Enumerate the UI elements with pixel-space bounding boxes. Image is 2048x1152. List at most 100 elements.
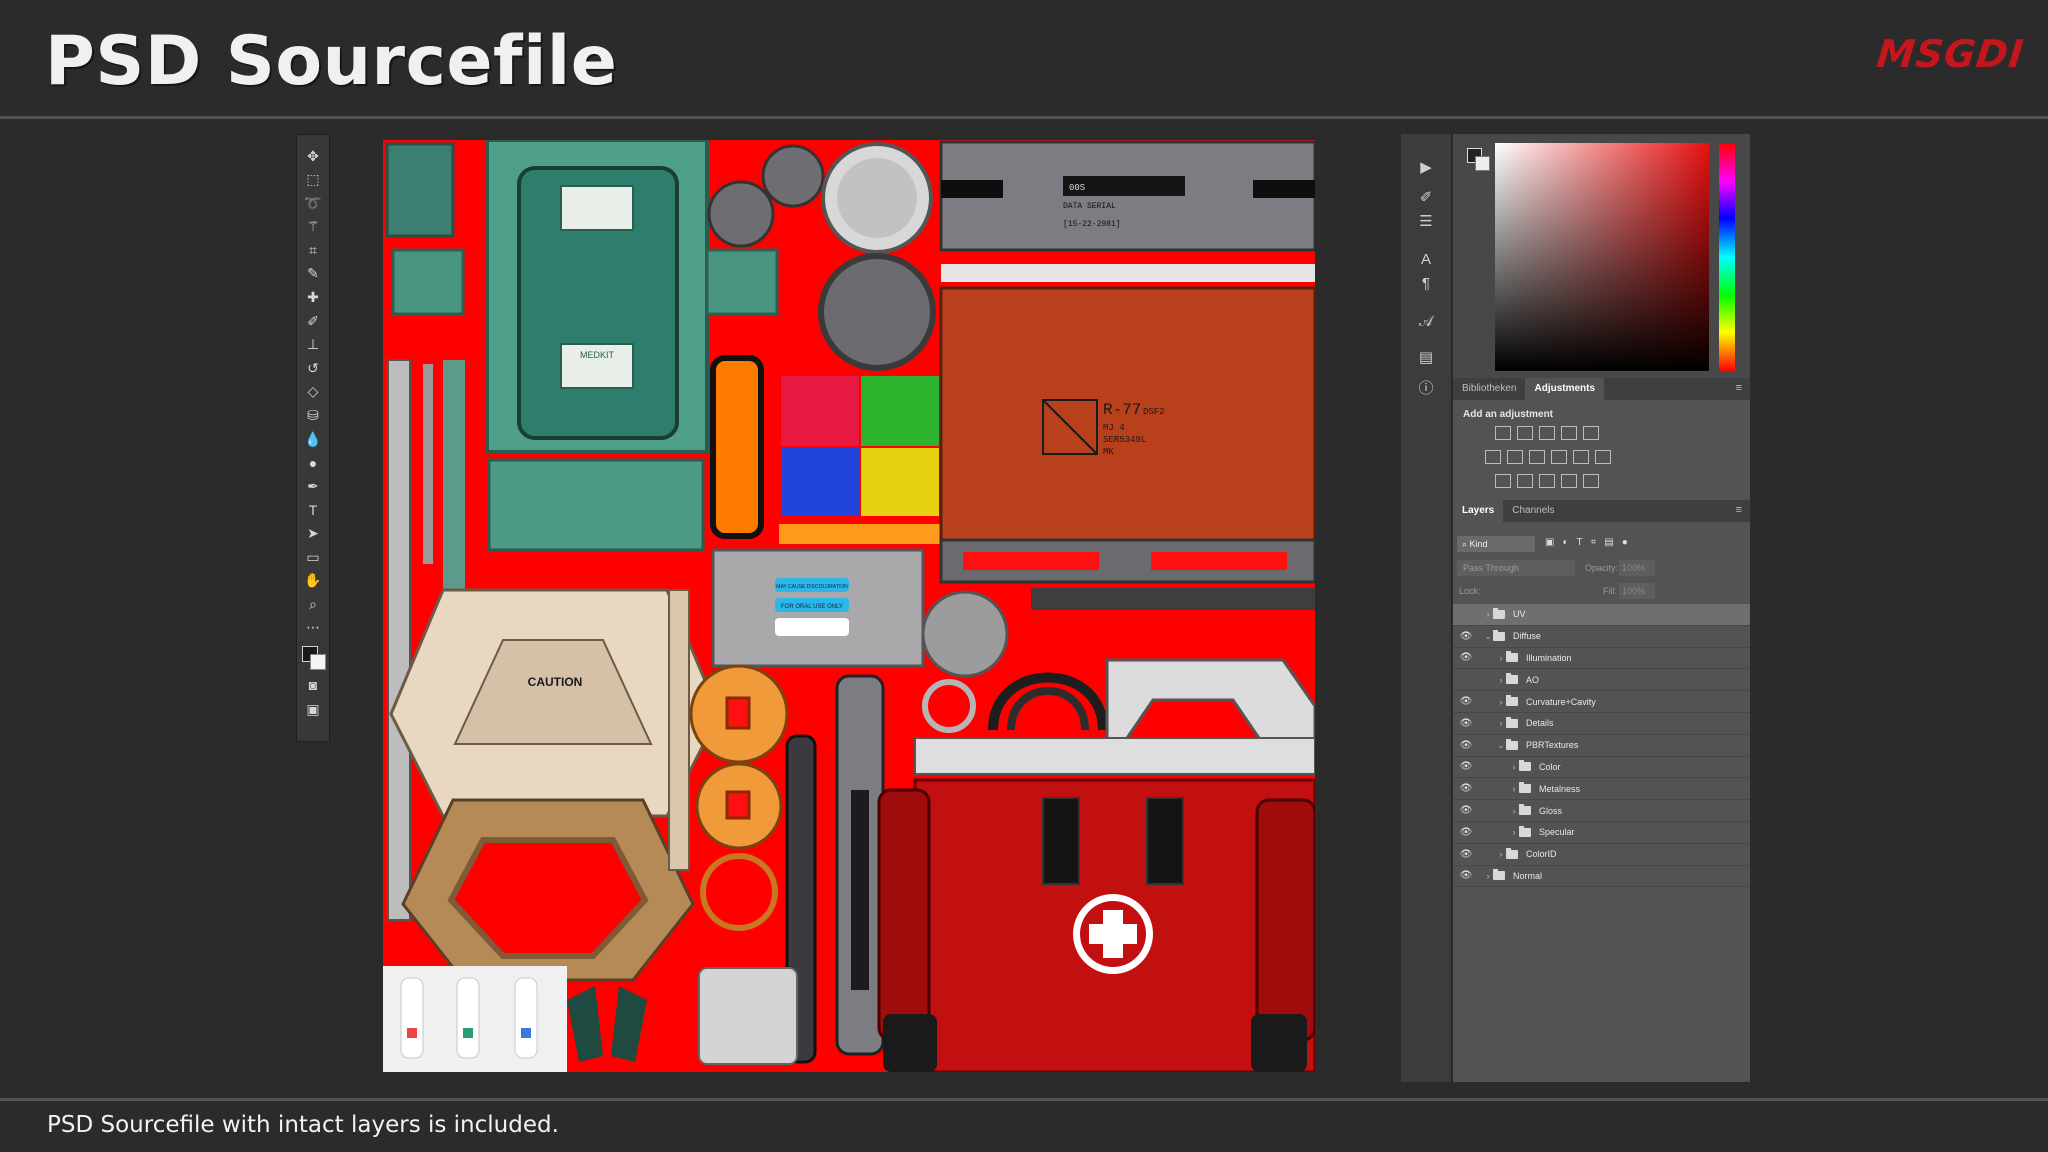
glyphs-icon[interactable]: 𝒜 <box>1415 310 1437 332</box>
healing-brush-icon[interactable]: ✚ <box>302 287 324 309</box>
invert-icon[interactable] <box>1495 474 1511 488</box>
picker-swatches[interactable] <box>1467 148 1490 171</box>
threshold-icon[interactable] <box>1539 474 1555 488</box>
layers-menu-icon[interactable]: ≡ <box>1736 504 1742 516</box>
layer-row[interactable]: 👁 › Curvature+Cavity <box>1453 691 1750 713</box>
brush-settings-icon[interactable]: ✐ <box>1415 186 1437 208</box>
character-icon[interactable]: A <box>1415 248 1437 270</box>
chevron-right-icon[interactable]: › <box>1496 718 1506 728</box>
history-brush-icon[interactable]: ↺ <box>302 357 324 379</box>
eyedropper-icon[interactable]: ✎ <box>302 263 324 285</box>
paragraph-icon[interactable]: ¶ <box>1415 272 1437 294</box>
layer-row[interactable]: 👁 › Metalness <box>1453 778 1750 801</box>
vibrance-icon[interactable] <box>1583 426 1599 440</box>
kind-filter[interactable]: ⌕ Kind <box>1457 536 1535 552</box>
chevron-right-icon[interactable]: › <box>1509 806 1519 816</box>
move-icon[interactable]: ✥ <box>302 145 324 167</box>
magic-wand-icon[interactable]: ⚚ <box>302 216 324 238</box>
hue-saturation-icon[interactable] <box>1485 450 1501 464</box>
visibility-eye-icon[interactable]: 👁 <box>1457 870 1475 881</box>
chevron-right-icon[interactable]: › <box>1483 871 1493 881</box>
blend-mode-select[interactable]: Pass Through <box>1457 560 1575 576</box>
color-balance-icon[interactable] <box>1507 450 1523 464</box>
visibility-eye-icon[interactable]: 👁 <box>1457 740 1475 751</box>
pen-icon[interactable]: ✒ <box>302 475 324 497</box>
visibility-eye-icon[interactable]: 👁 <box>1457 805 1475 816</box>
visibility-eye-icon[interactable]: 👁 <box>1457 783 1475 794</box>
chevron-right-icon[interactable]: › <box>1509 784 1519 794</box>
layer-row[interactable]: 👁 › Color <box>1453 757 1750 779</box>
layer-row[interactable]: 👁 › ColorID <box>1453 844 1750 866</box>
exposure-icon[interactable] <box>1561 426 1577 440</box>
channel-mixer-icon[interactable] <box>1573 450 1589 464</box>
brush-icon[interactable]: ✐ <box>302 310 324 332</box>
black-white-icon[interactable] <box>1529 450 1545 464</box>
layer-row[interactable]: 👁 ⌄ PBRTextures <box>1453 735 1750 757</box>
hand-icon[interactable]: ✋ <box>302 570 324 592</box>
visibility-eye-icon[interactable]: 👁 <box>1457 827 1475 838</box>
chevron-down-icon[interactable]: ⌄ <box>1483 631 1493 642</box>
blur-icon[interactable]: 💧 <box>302 428 324 450</box>
color-swatches[interactable] <box>300 644 326 674</box>
smart-object-filter-icon[interactable]: ▤ <box>1604 537 1613 548</box>
color-lookup-icon[interactable] <box>1595 450 1611 464</box>
visibility-eye-icon[interactable]: 👁 <box>1457 718 1475 729</box>
visibility-eye-icon[interactable]: 👁 <box>1457 696 1475 707</box>
libraries-icon[interactable]: ▤ <box>1415 346 1437 368</box>
pixel-filter-icon[interactable]: ▣ <box>1545 537 1554 548</box>
paint-bucket-icon[interactable]: ⛁ <box>302 405 324 427</box>
curves-icon[interactable] <box>1539 426 1555 440</box>
visibility-eye-icon[interactable]: 👁 <box>1457 849 1475 860</box>
screen-mode-icon[interactable]: ▣ <box>302 698 324 720</box>
tab-channels[interactable]: Channels <box>1503 500 1563 522</box>
filter-toggle-icon[interactable]: ● <box>1622 537 1628 548</box>
info-icon[interactable]: ⓘ <box>1415 376 1437 398</box>
tab-layers[interactable]: Layers <box>1453 500 1504 522</box>
gradient-map-icon[interactable] <box>1583 474 1599 488</box>
layer-row[interactable]: 👁 › Illumination <box>1453 648 1750 670</box>
panel-menu-icon[interactable]: ≡ <box>1736 382 1742 394</box>
visibility-eye-icon[interactable]: 👁 <box>1457 631 1475 642</box>
type-icon[interactable]: T <box>302 499 324 521</box>
background-color-swatch[interactable] <box>310 654 326 671</box>
brightness-icon[interactable] <box>1495 426 1511 440</box>
picker-background-swatch[interactable] <box>1475 156 1490 171</box>
chevron-right-icon[interactable]: › <box>1496 849 1506 859</box>
crop-icon[interactable]: ⌗ <box>302 239 324 261</box>
more-tools-icon[interactable]: ⋯ <box>302 617 324 639</box>
shape-icon[interactable]: ▭ <box>302 546 324 568</box>
layer-row[interactable]: › UV <box>1453 604 1750 626</box>
tab-bibliotheken[interactable]: Bibliotheken <box>1453 378 1525 400</box>
lasso-icon[interactable]: ➰ <box>302 192 324 214</box>
chevron-right-icon[interactable]: › <box>1483 609 1493 619</box>
selective-color-icon[interactable] <box>1561 474 1577 488</box>
eraser-icon[interactable]: ◇ <box>302 381 324 403</box>
visibility-eye-icon[interactable]: 👁 <box>1457 652 1475 663</box>
clone-stamp-icon[interactable]: ⊥ <box>302 334 324 356</box>
opacity-input[interactable]: 100% <box>1619 560 1655 576</box>
chevron-right-icon[interactable]: › <box>1509 762 1519 772</box>
chevron-right-icon[interactable]: › <box>1509 827 1519 837</box>
quick-mask-icon[interactable]: ◙ <box>302 674 324 696</box>
photo-filter-icon[interactable] <box>1551 450 1567 464</box>
type-filter-icon[interactable]: T <box>1577 537 1583 548</box>
chevron-right-icon[interactable]: › <box>1496 675 1506 685</box>
layer-row[interactable]: 👁 › Details <box>1453 713 1750 735</box>
fill-input[interactable]: 100% <box>1619 583 1655 599</box>
chevron-right-icon[interactable]: › <box>1496 697 1506 707</box>
chevron-down-icon[interactable]: ⌄ <box>1496 740 1506 751</box>
layer-row[interactable]: 👁 › Specular <box>1453 822 1750 844</box>
marquee-icon[interactable]: ⬚ <box>302 169 324 191</box>
layer-row[interactable]: 👁 › Gloss <box>1453 800 1750 822</box>
saturation-value-field[interactable] <box>1495 143 1709 371</box>
layer-row[interactable]: › AO <box>1453 669 1750 692</box>
zoom-icon[interactable]: ⌕ <box>302 593 324 615</box>
hue-slider[interactable] <box>1719 143 1735 371</box>
levels-icon[interactable] <box>1517 426 1533 440</box>
path-selection-icon[interactable]: ➤ <box>302 523 324 545</box>
chevron-right-icon[interactable]: › <box>1496 653 1506 663</box>
dodge-icon[interactable]: ● <box>302 452 324 474</box>
shape-filter-icon[interactable]: ⌗ <box>1591 537 1597 548</box>
posterize-icon[interactable] <box>1517 474 1533 488</box>
tab-adjustments[interactable]: Adjustments <box>1525 378 1605 400</box>
